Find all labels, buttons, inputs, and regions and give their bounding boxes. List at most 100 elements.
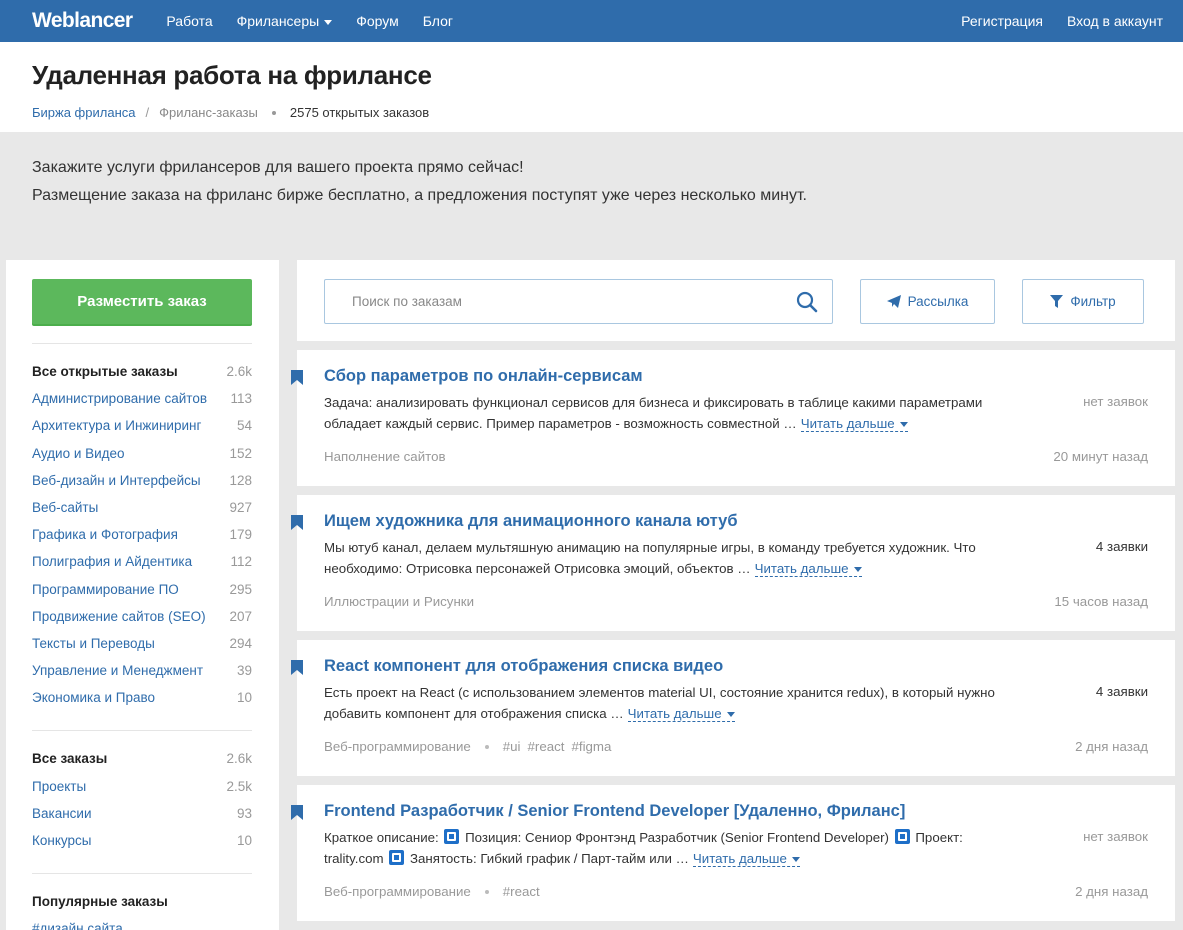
sidebar-item-category[interactable]: Программирование ПО 295 [32,576,252,603]
blue-square-icon [444,829,460,844]
blue-square-icon [389,850,405,865]
main-content: Рассылка Фильтр Сбор параметров по онлай… [291,260,1175,930]
sidebar-item-label: Все заказы [32,751,108,767]
job-title-link[interactable]: Сбор параметров по онлайн-сервисам [324,367,1148,386]
post-order-button[interactable]: Разместить заказ [32,279,252,324]
job-category-link[interactable]: Веб-программирование [324,884,471,899]
read-more-link[interactable]: Читать дальше [627,706,735,722]
job-tag[interactable]: #figma [571,739,611,754]
login-link[interactable]: Вход в аккаунт [1067,13,1163,29]
intro-text: Закажите услуги фрилансеров для вашего п… [0,132,1183,260]
read-more-label: Читать дальше [754,561,849,576]
job-footer: Веб-программирование #react 2 дня назад [324,884,1148,899]
job-category-link[interactable]: Наполнение сайтов [324,449,446,464]
chevron-down-icon [899,421,908,427]
nav-link-blog[interactable]: Блог [423,13,453,29]
job-category-link[interactable]: Иллюстрации и Рисунки [324,594,474,609]
sidebar-item-category[interactable]: Тексты и Переводы 294 [32,630,252,657]
job-description: Мы ютуб канал, делаем мультяшную анимаци… [324,540,976,577]
sidebar-item-category[interactable]: Архитектура и Инжиниринг 54 [32,412,252,439]
sidebar-item-category[interactable]: Веб-сайты 927 [32,494,252,521]
sidebar-item-order-type[interactable]: Проекты 2.5k [32,773,252,800]
sidebar-item-count: 2.6k [226,751,252,767]
sidebar-item-count: 112 [230,554,252,570]
divider [32,730,252,732]
sidebar-item-category[interactable]: Веб-дизайн и Интерфейсы 128 [32,467,252,494]
sidebar-item-count: 10 [236,690,252,706]
job-title-link[interactable]: React компонент для отображения списка в… [324,657,1148,676]
sidebar-item-order-type[interactable]: Конкурсы 10 [32,827,252,854]
popular-list: #дизайн сайта#сайт на wordpress [32,915,253,930]
blue-square-icon [894,829,910,844]
job-list: Сбор параметров по онлайн-сервисам Задача… [291,350,1175,921]
sidebar-item-count: 295 [229,581,252,597]
breadcrumb-exchange[interactable]: Биржа фриланса [32,105,135,120]
job-time: 20 минут назад [1053,449,1148,464]
sidebar-item-order-type[interactable]: Вакансии 93 [32,800,252,827]
search-bar: Рассылка Фильтр [297,260,1175,341]
chevron-down-icon [726,711,735,717]
funnel-icon [1050,295,1064,308]
job-time: 15 часов назад [1054,594,1148,609]
sidebar-item-label: Программирование ПО [32,581,179,597]
job-card: React компонент для отображения списка в… [291,640,1175,776]
bookmark-icon[interactable] [291,515,303,530]
bookmark-icon[interactable] [291,370,303,385]
sidebar-item-category[interactable]: Полиграфия и Айдентика 112 [32,548,252,575]
filter-label: Фильтр [1070,294,1116,309]
job-footer: Веб-программирование #ui #react #figma 2 дня… [324,739,1148,754]
sidebar-item-category[interactable]: Аудио и Видео 152 [32,440,252,467]
sidebar-item-label: Администрирование сайтов [32,391,207,407]
read-more-link[interactable]: Читать дальше [800,416,908,432]
nav-link-jobs[interactable]: Работа [166,13,212,29]
bids-count: 4 заявки [1095,684,1148,699]
job-card: Ищем художника для анимационного канала … [291,495,1175,631]
sidebar-item-category[interactable]: Экономика и Право 10 [32,684,252,711]
sidebar-open-orders-head[interactable]: Все открытые заказы 2.6k [32,358,252,385]
bookmark-icon[interactable] [291,805,303,820]
sidebar-item-label: Продвижение сайтов (SEO) [32,608,206,624]
job-category-link[interactable]: Веб-программирование [324,739,471,754]
chevron-down-icon [853,566,862,572]
sidebar-item-popular[interactable]: #дизайн сайта [32,915,252,930]
nav-link-forum[interactable]: Форум [356,13,399,29]
sidebar-all-orders-head[interactable]: Все заказы 2.6k [32,745,252,772]
job-tag[interactable]: #ui [503,739,521,754]
main-nav: Работа Фрилансеры Форум Блог [166,13,961,29]
sidebar-item-category[interactable]: Продвижение сайтов (SEO) 207 [32,603,252,630]
sidebar-item-label: Веб-сайты [32,499,99,515]
read-more-link[interactable]: Читать дальше [692,851,800,867]
search-icon[interactable] [796,291,818,313]
register-link[interactable]: Регистрация [961,13,1043,29]
sidebar-item-label: Аудио и Видео [32,445,125,461]
job-time: 2 дня назад [1075,739,1148,754]
divider [32,343,252,344]
subscribe-button[interactable]: Рассылка [860,279,995,324]
sidebar-item-category[interactable]: Администрирование сайтов 113 [32,385,252,412]
weblancer-logo[interactable]: Weblancer [32,9,133,33]
sidebar-item-count: 128 [229,472,252,488]
breadcrumb-dot [271,110,276,115]
search-input[interactable] [352,294,796,309]
subscribe-label: Рассылка [907,294,969,309]
sidebar-item-label: Все открытые заказы [32,364,178,379]
sidebar-popular-head: Популярные заказы [32,888,252,915]
open-orders-count: 2575 открытых заказов [289,105,430,120]
bookmark-icon[interactable] [291,660,303,675]
job-title-link[interactable]: Ищем художника для анимационного канала … [324,512,1148,531]
sidebar-item-label: Популярные заказы [32,894,168,910]
sidebar: Разместить заказ Все открытые заказы 2.6… [6,260,279,930]
job-title-link[interactable]: Frontend Разработчик / Senior Frontend D… [324,802,1148,821]
top-navbar: Weblancer Работа Фрилансеры Форум Блог Р… [0,0,1183,42]
sidebar-item-count: 294 [229,635,252,651]
read-more-link[interactable]: Читать дальше [754,561,862,577]
intro-line-1: Закажите услуги фрилансеров для вашего п… [32,159,524,176]
sidebar-item-label: Проекты [32,778,87,794]
job-description: Задача: анализировать функционал сервисо… [324,395,983,432]
nav-link-freelancers[interactable]: Фрилансеры [237,13,333,29]
filter-button[interactable]: Фильтр [1022,279,1144,324]
sidebar-item-category[interactable]: Графика и Фотография 179 [32,521,252,548]
job-tag[interactable]: #react [528,739,565,754]
sidebar-item-category[interactable]: Управление и Менеджмент 39 [32,657,252,684]
job-tag[interactable]: #react [503,884,540,899]
